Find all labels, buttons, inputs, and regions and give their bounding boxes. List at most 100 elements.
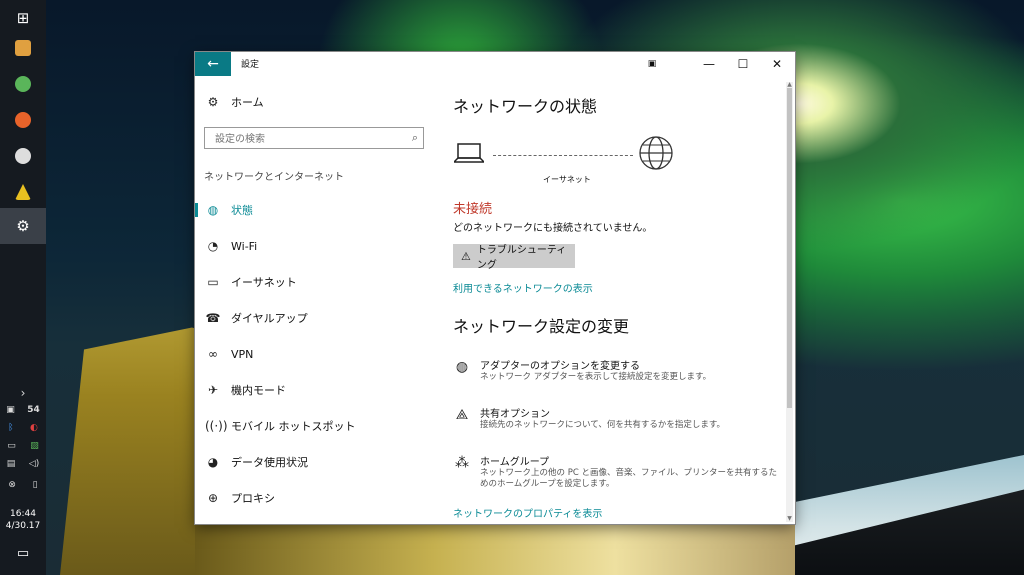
- nav-wifi-label: Wi-Fi: [231, 239, 258, 253]
- taskbar-app-warning[interactable]: [0, 174, 46, 210]
- warning-app-icon: [15, 184, 31, 200]
- chevron-right-icon: ›: [20, 386, 26, 400]
- tray-expand[interactable]: ›: [0, 386, 46, 400]
- sharing-options-title: 共有オプション: [480, 409, 550, 420]
- nav-status[interactable]: ◍ 状態: [195, 198, 425, 222]
- nav-airplane-label: 機内モード: [231, 384, 286, 397]
- change-settings-heading: ネットワーク設定の変更: [453, 317, 630, 336]
- nav-vpn-label: VPN: [231, 347, 254, 361]
- clock-time: 16:44: [10, 509, 36, 519]
- settings-window: ← 設定 ▣ — ☐ ✕ ⚙ ホーム ⌕ ネットワークとインターネット ◍ 状態…: [195, 52, 795, 524]
- available-networks-link[interactable]: 利用できるネットワークの表示: [453, 280, 593, 295]
- clock[interactable]: 16:44 4/30.17: [0, 508, 46, 532]
- maximize-button[interactable]: ☐: [726, 52, 760, 76]
- notification-icon: ▭: [16, 545, 30, 561]
- taskbar-app-media[interactable]: [0, 138, 46, 174]
- back-button[interactable]: ←: [195, 52, 231, 76]
- battery-icon[interactable]: ▭: [7, 441, 16, 451]
- status-description: どのネットワークにも接続されていません。: [453, 223, 653, 234]
- ime-icon[interactable]: ▯: [33, 480, 38, 490]
- sharing-options-desc: 接続先のネットワークについて、何を共有するかを指定します。: [480, 420, 725, 430]
- troubleshoot-button[interactable]: ⚠ トラブルシューティング: [453, 244, 575, 271]
- search-icon[interactable]: ⌕: [412, 131, 418, 145]
- nav-vpn[interactable]: ∞ VPN: [195, 342, 425, 366]
- arrow-left-icon: ←: [207, 56, 219, 72]
- adapter-icon: ◍: [455, 359, 469, 375]
- scrollbar[interactable]: ▲ ▼: [786, 82, 793, 522]
- nav-data-usage-label: データ使用状況: [231, 456, 308, 469]
- gear-icon: ⚙: [207, 95, 219, 109]
- minimize-button[interactable]: —: [692, 52, 726, 76]
- ethernet-icon: ▭: [207, 275, 219, 289]
- globe-status-icon: ◍: [207, 203, 219, 217]
- sharing-icon: ⟁: [455, 407, 469, 423]
- status-heading: ネットワークの状態: [453, 97, 598, 116]
- pin-icon: ▣: [647, 59, 657, 69]
- media-icon: [15, 148, 31, 164]
- nav-hotspot[interactable]: ((·)) モバイル ホットスポット: [195, 414, 425, 438]
- taskbar-app-firefox[interactable]: [0, 102, 46, 138]
- section-label: ネットワークとインターネット: [204, 172, 344, 183]
- search-input[interactable]: [213, 130, 402, 148]
- search-box: ⌕: [204, 127, 424, 149]
- pin-button[interactable]: ▣: [635, 52, 669, 76]
- connection-line: [493, 155, 633, 156]
- clock-date: 4/30.17: [5, 521, 41, 531]
- firefox-icon: [15, 112, 31, 128]
- close-icon: ✕: [771, 57, 783, 71]
- shield-app-icon: [15, 76, 31, 92]
- warning-icon: ⚠: [461, 249, 471, 263]
- scroll-down-icon[interactable]: ▼: [786, 516, 793, 522]
- data-usage-icon: ◕: [207, 455, 219, 469]
- nav-ethernet[interactable]: ▭ イーサネット: [195, 270, 425, 294]
- dialup-icon: ☎: [205, 311, 221, 325]
- image-app-icon[interactable]: ▨: [30, 441, 39, 451]
- hotspot-icon: ((·)): [205, 419, 228, 433]
- connection-label: イーサネット: [543, 175, 591, 184]
- tray-number: 54: [27, 405, 40, 415]
- gear-icon: ⚙: [16, 217, 30, 235]
- network-icon[interactable]: ▤: [7, 459, 16, 469]
- taskbar-app-settings[interactable]: ⚙: [0, 208, 46, 244]
- window-title: 設定: [241, 60, 260, 70]
- troubleshoot-label: トラブルシューティング: [476, 245, 567, 271]
- close-circle-icon[interactable]: ⊗: [8, 480, 16, 490]
- nav-ethernet-label: イーサネット: [231, 276, 297, 289]
- taskbar-app-shield[interactable]: [0, 66, 46, 102]
- airplane-icon: ✈: [207, 383, 219, 397]
- vpn-icon: ∞: [208, 347, 218, 361]
- proxy-icon: ⊕: [207, 491, 219, 505]
- color-app-icon[interactable]: ◐: [30, 423, 38, 433]
- maximize-icon: ☐: [737, 57, 749, 71]
- windows-logo-icon: ⊞: [16, 9, 30, 27]
- selected-indicator: [195, 203, 198, 217]
- network-properties-link[interactable]: ネットワークのプロパティを表示: [453, 505, 602, 520]
- scroll-thumb[interactable]: [787, 88, 792, 408]
- nav-home[interactable]: ⚙ ホーム: [195, 90, 425, 114]
- laptop-icon: [454, 143, 484, 163]
- tray-app-icon[interactable]: ▣: [6, 405, 15, 415]
- adapter-options-title: アダプターのオプションを変更する: [480, 361, 640, 372]
- nav-home-label: ホーム: [231, 96, 264, 109]
- nav-proxy-label: プロキシ: [231, 492, 275, 505]
- nav-data-usage[interactable]: ◕ データ使用状況: [195, 450, 425, 474]
- minimize-icon: —: [703, 57, 715, 71]
- bluetooth-icon[interactable]: ᛒ: [8, 423, 13, 433]
- wifi-icon: ◔: [207, 239, 219, 253]
- titlebar: ← 設定 ▣ — ☐ ✕: [195, 52, 795, 76]
- taskbar-app-files[interactable]: [0, 30, 46, 66]
- nav-hotspot-label: モバイル ホットスポット: [231, 420, 356, 433]
- volume-icon[interactable]: ◁): [29, 459, 39, 469]
- scene-bottom: [195, 520, 795, 575]
- nav-dialup[interactable]: ☎ ダイヤルアップ: [195, 306, 425, 330]
- nav-wifi[interactable]: ◔ Wi-Fi: [195, 234, 425, 258]
- nav-airplane[interactable]: ✈ 機内モード: [195, 378, 425, 402]
- nav-proxy[interactable]: ⊕ プロキシ: [195, 486, 425, 510]
- adapter-options-desc: ネットワーク アダプターを表示して接続設定を変更します。: [480, 372, 712, 382]
- taskbar: ⊞ ⚙ › ▣ 54 ᛒ ◐ ▭ ▨ ▤ ◁) ⊗ ▯ 16:44 4/30.1: [0, 0, 46, 575]
- action-center-button[interactable]: ▭: [0, 535, 46, 571]
- connection-status: 未接続: [453, 202, 493, 217]
- close-button[interactable]: ✕: [760, 52, 794, 76]
- nav-status-label: 状態: [231, 204, 253, 217]
- homegroup-title: ホームグループ: [480, 457, 550, 468]
